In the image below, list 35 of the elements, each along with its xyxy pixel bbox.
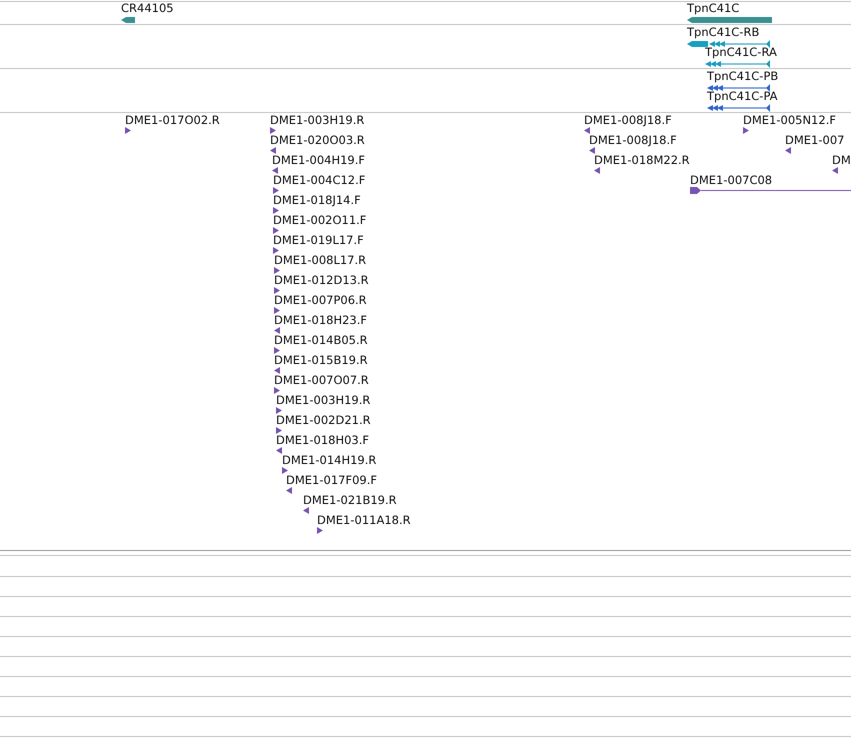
- feature-label: TpnC41C-RB: [687, 26, 760, 39]
- feature-label: DME1-008J18.F: [589, 134, 677, 147]
- feature-label: DME1-012D13.R: [274, 274, 369, 287]
- feature-label: DME1-004H19.F: [272, 154, 366, 167]
- feature-label: DME1-018J14.F: [273, 194, 361, 207]
- feature-label: DME1-003H19.R: [270, 114, 364, 127]
- feature-label: DME1-002D21.R: [276, 414, 371, 427]
- feature-label: DME1-020O03.R: [270, 134, 365, 147]
- feature-label: DME1-011A18.R: [317, 514, 411, 527]
- feature-label: DME1-014H19.R: [282, 454, 376, 467]
- feature-label: DME1-003H19.R: [276, 394, 370, 407]
- feature-label: TpnC41C: [687, 2, 740, 15]
- feature-label: DME1-007O07.R: [274, 374, 369, 387]
- feature-label: DME1-007C08: [690, 174, 772, 187]
- feature-label: DME1-004C12.F: [273, 174, 366, 187]
- feature-label: DME1-021B19.R: [303, 494, 397, 507]
- feature-label: DME1-015B19.R: [274, 354, 368, 367]
- feature-label: DME1-007: [785, 134, 844, 147]
- feature-label: DME1-017F09.F: [286, 474, 377, 487]
- feature-label: DME1-005N12.F: [743, 114, 836, 127]
- feature-label: DME1-018M22.R: [594, 154, 690, 167]
- feature-label: DM: [832, 154, 851, 167]
- feature-label: DME1-018H23.F: [274, 314, 368, 327]
- feature-label: DME1-008L17.R: [274, 254, 366, 267]
- feature-label: DME1-019L17.F: [273, 234, 364, 247]
- feature-label: DME1-018H03.F: [276, 434, 370, 447]
- feature-label: DME1-002O11.F: [273, 214, 366, 227]
- feature-label: DME1-007P06.R: [274, 294, 367, 307]
- feature-label: CR44105: [121, 2, 174, 15]
- feature-label: DME1-014B05.R: [274, 334, 368, 347]
- feature-label: TpnC41C-PB: [707, 70, 778, 83]
- feature-label: TpnC41C-RA: [705, 46, 777, 59]
- feature-label: DME1-017O02.R: [125, 114, 220, 127]
- feature-label: TpnC41C-PA: [707, 90, 778, 103]
- feature-label: DME1-008J18.F: [584, 114, 672, 127]
